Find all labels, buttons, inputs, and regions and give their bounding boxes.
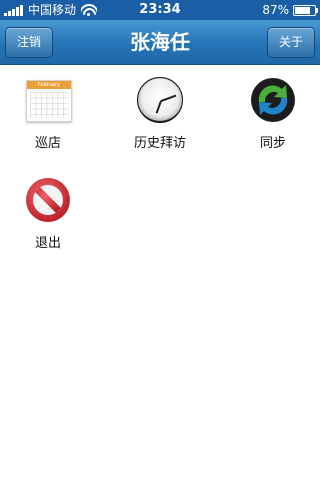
status-right: 87%: [262, 0, 318, 20]
clock-icon: [136, 76, 184, 124]
menu-item-store-visit[interactable]: February 巡店: [8, 76, 88, 156]
logout-button[interactable]: 注销: [5, 27, 53, 58]
status-bar: 中国移动 23:34 87%: [0, 0, 320, 20]
navigation-bar: 注销 张海任 关于: [0, 20, 320, 65]
battery-percent: 87%: [262, 3, 289, 17]
menu-item-exit[interactable]: 退出: [8, 176, 88, 256]
menu-item-visit-history[interactable]: 历史拜访: [120, 76, 200, 156]
menu-item-sync[interactable]: 同步: [233, 76, 313, 156]
battery-icon: [293, 4, 318, 16]
calendar-icon: February: [24, 76, 72, 124]
menu-item-label: 巡店: [34, 136, 61, 151]
menu-item-label: 同步: [259, 136, 286, 151]
sync-icon: [249, 76, 297, 124]
menu-item-label: 退出: [34, 236, 61, 251]
page-title: 张海任: [130, 30, 190, 54]
calendar-month-text: February: [27, 81, 71, 89]
menu-item-label: 历史拜访: [133, 136, 186, 151]
no-entry-icon: [24, 176, 72, 224]
about-button[interactable]: 关于: [267, 27, 315, 58]
app-screen: 中国移动 23:34 87% 注销 张海任 关于 February 巡店 历史拜…: [0, 0, 320, 480]
